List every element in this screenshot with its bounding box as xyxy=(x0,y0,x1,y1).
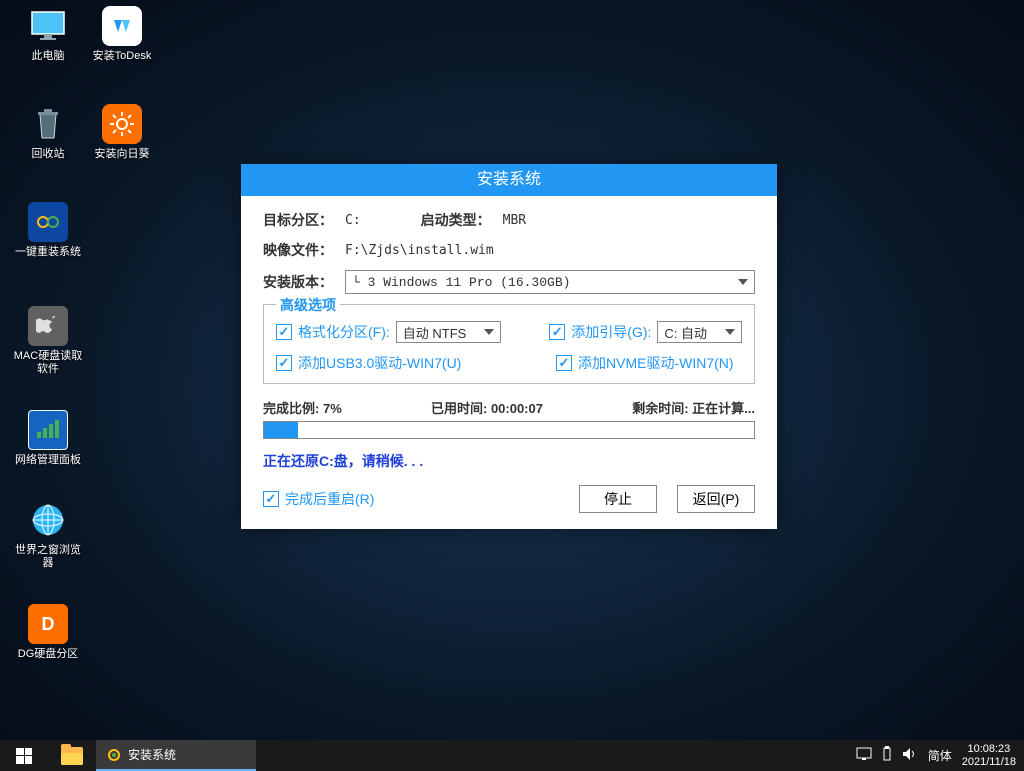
progress-bar xyxy=(263,421,755,439)
add-usb3-label: 添加USB3.0驱动-WIN7(U) xyxy=(298,353,461,373)
desktop-icon-label: 一键重装系统 xyxy=(12,246,84,259)
tray-time: 10:08:23 xyxy=(962,743,1016,756)
desktop-icon-browser[interactable]: 世界之窗浏览器 xyxy=(12,500,84,570)
add-boot-checkbox[interactable] xyxy=(549,324,565,340)
desktop-icon-recycle-bin[interactable]: 回收站 xyxy=(12,104,84,161)
taskbar: 安装系统 简体 10:08:23 2021/11/18 xyxy=(0,740,1024,771)
image-file-value: F:\Zjds\install.wim xyxy=(345,243,494,258)
desktop-icon-network-panel[interactable]: 网络管理面板 xyxy=(12,410,84,467)
tray-network-icon[interactable] xyxy=(856,747,872,764)
tray-usb-icon[interactable] xyxy=(882,746,892,765)
add-nvme-checkbox[interactable] xyxy=(556,355,572,371)
tray-clock[interactable]: 10:08:23 2021/11/18 xyxy=(962,743,1016,769)
taskbar-task-install-system[interactable]: 安装系统 xyxy=(96,740,256,771)
install-system-dialog: 安装系统 目标分区： C: 启动类型： MBR 映像文件： F:\Zjds\in… xyxy=(241,164,777,529)
desktop-icon-label: 回收站 xyxy=(12,148,84,161)
chevron-down-icon xyxy=(725,329,735,335)
advanced-options-fieldset: 高级选项 格式化分区(F): 自动 NTFS 添加引导(G): C: xyxy=(263,304,755,384)
windows-logo-icon xyxy=(16,748,32,764)
desktop-icon-diskgenius[interactable]: D DG硬盘分区 xyxy=(12,604,84,661)
progress-label: 完成比例: xyxy=(263,401,319,416)
add-boot-label: 添加引导(G): xyxy=(571,322,651,342)
desktop-icon-label: MAC硬盘读取软件 xyxy=(12,350,84,376)
progress-fill xyxy=(264,422,298,438)
status-text: 正在还原C:盘，请稍候. . . xyxy=(263,451,755,471)
desktop-icon-reinstall-system[interactable]: 一键重装系统 xyxy=(12,202,84,259)
remain-value: 正在计算... xyxy=(692,401,755,416)
tray-volume-icon[interactable] xyxy=(902,747,918,764)
install-version-select[interactable]: └ 3 Windows 11 Pro (16.30GB) xyxy=(345,270,755,294)
dialog-title: 安装系统 xyxy=(241,164,777,196)
tray-ime[interactable]: 简体 xyxy=(928,747,952,764)
taskbar-file-explorer[interactable] xyxy=(48,740,96,771)
folder-icon xyxy=(61,747,83,765)
image-file-label: 映像文件： xyxy=(263,240,345,260)
format-partition-label: 格式化分区(F): xyxy=(298,322,390,342)
gear-icon xyxy=(106,747,122,763)
elapsed-value: 00:00:07 xyxy=(491,401,543,416)
desktop-icon-label: 此电脑 xyxy=(12,50,84,63)
boot-type-value: MBR xyxy=(503,213,526,228)
format-type-select[interactable]: 自动 NTFS xyxy=(396,321,502,343)
restart-after-label: 完成后重启(R) xyxy=(285,489,374,509)
install-version-label: 安装版本： xyxy=(263,272,345,292)
stop-button[interactable]: 停止 xyxy=(579,485,657,513)
chevron-down-icon xyxy=(738,279,748,285)
desktop-icon-label: 网络管理面板 xyxy=(12,454,84,467)
install-version-value: └ 3 Windows 11 Pro (16.30GB) xyxy=(352,275,570,290)
taskbar-task-label: 安装系统 xyxy=(128,746,176,763)
advanced-options-title: 高级选项 xyxy=(276,295,340,315)
target-partition-label: 目标分区： xyxy=(263,210,345,230)
add-boot-select[interactable]: C: 自动 xyxy=(657,321,742,343)
remain-label: 剩余时间: xyxy=(632,401,688,416)
elapsed-label: 已用时间: xyxy=(431,401,487,416)
restart-after-checkbox[interactable] xyxy=(263,491,279,507)
progress-value: 7% xyxy=(323,401,342,416)
desktop-icon-label: 安装ToDesk xyxy=(86,50,158,63)
desktop-icon-mac-disk[interactable]: MAC硬盘读取软件 xyxy=(12,306,84,376)
boot-type-label: 启动类型： xyxy=(421,210,503,230)
desktop-icon-label: DG硬盘分区 xyxy=(12,648,84,661)
add-nvme-label: 添加NVME驱动-WIN7(N) xyxy=(578,353,742,373)
desktop-icon-label: 安装向日葵 xyxy=(86,148,158,161)
chevron-down-icon xyxy=(484,329,494,335)
target-partition-value: C: xyxy=(345,213,361,228)
desktop-icon-this-pc[interactable]: 此电脑 xyxy=(12,6,84,63)
format-partition-checkbox[interactable] xyxy=(276,324,292,340)
desktop-icon-sunflower[interactable]: 安装向日葵 xyxy=(86,104,158,161)
back-button[interactable]: 返回(P) xyxy=(677,485,755,513)
add-usb3-checkbox[interactable] xyxy=(276,355,292,371)
tray-date: 2021/11/18 xyxy=(962,756,1016,769)
start-button[interactable] xyxy=(0,740,48,771)
desktop-icon-label: 世界之窗浏览器 xyxy=(12,544,84,570)
desktop-icon-todesk[interactable]: 安装ToDesk xyxy=(86,6,158,63)
